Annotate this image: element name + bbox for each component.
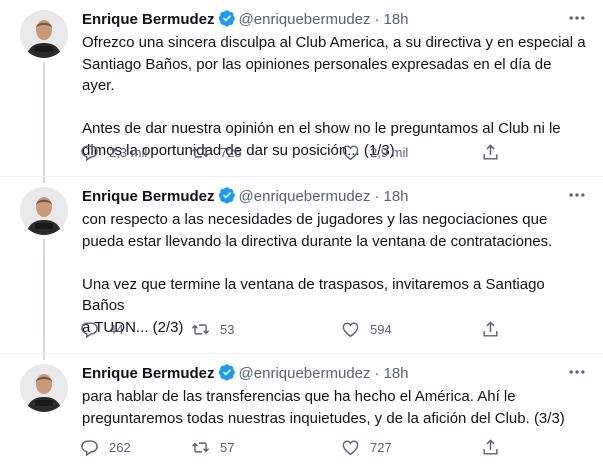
retweet-count: 57 (220, 439, 235, 455)
tweet-text: para hablar de las transferencias que ha… (82, 388, 565, 427)
author-name[interactable]: Enrique Bermudez (82, 188, 215, 205)
thread-line (43, 62, 45, 177)
tweet-header: Enrique Bermudez @enriquebermudez · 18h (82, 363, 591, 383)
more-icon[interactable] (567, 185, 587, 205)
like-button[interactable]: 727 (341, 435, 392, 459)
more-icon[interactable] (567, 362, 587, 382)
thread-line (43, 177, 45, 183)
like-button[interactable]: 2,9 mil (341, 140, 408, 164)
tweet-actions: 2,3 mil 725 2,9 mil (76, 140, 516, 164)
reply-button[interactable]: 2,3 mil (80, 140, 147, 164)
tweet[interactable]: Enrique Bermudez @enriquebermudez · 18h Ofr… (0, 0, 603, 177)
timestamp[interactable]: 18h (384, 188, 409, 205)
share-icon (483, 320, 498, 337)
heart-icon (342, 321, 359, 337)
share-button[interactable] (481, 140, 510, 164)
retweet-icon (191, 323, 210, 335)
author-name[interactable]: Enrique Bermudez (82, 365, 215, 382)
retweet-count: 53 (220, 321, 235, 337)
reply-icon (81, 144, 98, 161)
author-name[interactable]: Enrique Bermudez (82, 11, 215, 28)
retweet-icon (191, 146, 210, 158)
verified-badge-icon (218, 364, 235, 381)
avatar[interactable] (20, 364, 68, 412)
author-handle[interactable]: @enriquebermudez (239, 188, 371, 205)
tweet-header: Enrique Bermudez @enriquebermudez · 18h (82, 9, 591, 29)
like-count: 2,9 mil (370, 144, 409, 160)
avatar[interactable] (20, 187, 68, 235)
separator: · (374, 188, 380, 205)
reply-count: 44 (109, 321, 124, 337)
share-button[interactable] (481, 435, 510, 459)
verified-badge-icon (218, 187, 235, 204)
separator: · (374, 365, 380, 382)
thread-line (43, 354, 45, 360)
reply-button[interactable]: 44 (80, 317, 123, 341)
avatar[interactable] (20, 10, 68, 58)
author-handle[interactable]: @enriquebermudez (239, 365, 371, 382)
like-count: 727 (370, 439, 392, 455)
tweet[interactable]: Enrique Bermudez @enriquebermudez · 18h con… (0, 177, 603, 354)
tweet-header: Enrique Bermudez @enriquebermudez · 18h (82, 186, 591, 206)
timeline: Enrique Bermudez @enriquebermudez · 18h Ofr… (0, 0, 603, 467)
reply-count: 262 (109, 439, 131, 455)
separator: · (374, 11, 380, 28)
retweet-button[interactable]: 53 (191, 317, 234, 341)
share-button[interactable] (481, 317, 510, 341)
share-icon (483, 143, 498, 160)
retweet-button[interactable]: 57 (191, 435, 234, 459)
tweet-actions: 262 57 727 (76, 435, 516, 459)
like-count: 594 (370, 321, 392, 337)
reply-button[interactable]: 262 (80, 435, 131, 459)
heart-icon (342, 144, 359, 160)
tweet[interactable]: Enrique Bermudez @enriquebermudez · 18h par… (0, 354, 603, 467)
verified-badge-icon (218, 10, 235, 27)
thread-line (43, 239, 45, 354)
reply-count: 2,3 mil (109, 144, 148, 160)
tweet-actions: 44 53 594 (76, 317, 516, 341)
author-handle[interactable]: @enriquebermudez (239, 11, 371, 28)
retweet-button[interactable]: 725 (191, 140, 242, 164)
more-icon[interactable] (567, 8, 587, 28)
heart-icon (342, 439, 359, 455)
retweet-count: 725 (220, 144, 242, 160)
reply-icon (81, 321, 98, 338)
timestamp[interactable]: 18h (384, 11, 409, 28)
retweet-icon (191, 441, 210, 453)
reply-icon (81, 439, 98, 456)
share-icon (483, 438, 498, 455)
timestamp[interactable]: 18h (384, 365, 409, 382)
like-button[interactable]: 594 (341, 317, 392, 341)
